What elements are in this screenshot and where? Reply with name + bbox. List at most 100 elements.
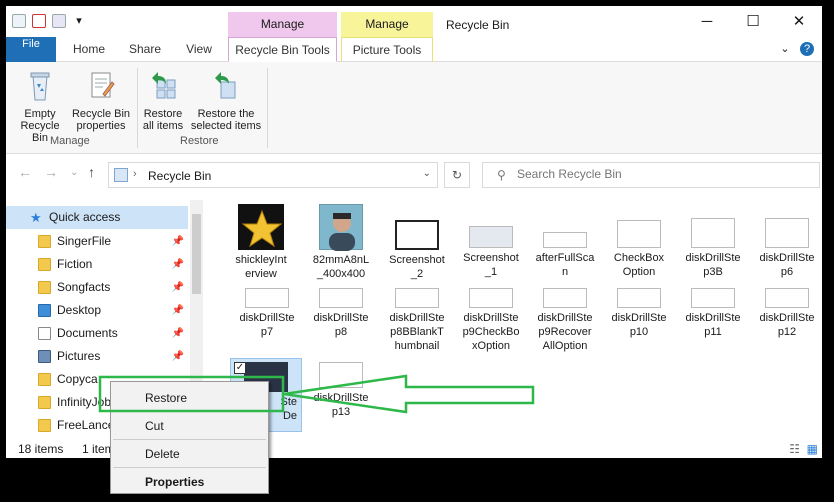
menu-item-cut[interactable]: Cut — [145, 419, 164, 433]
recycle-bin-icon — [30, 72, 50, 101]
file-name-line: _1 — [484, 266, 498, 278]
screenshot-thumbnail — [469, 226, 513, 248]
file-item[interactable]: CheckBox Option — [602, 204, 676, 279]
nav-item-songfacts[interactable]: Songfacts 📌 — [6, 276, 188, 299]
recycle-bin-properties-button[interactable]: Recycle Bin properties — [70, 70, 132, 132]
file-name-line: diskDrillSte — [759, 252, 815, 264]
expand-ribbon-icon[interactable]: ⌄ — [778, 42, 792, 56]
tab-home[interactable]: Home — [64, 37, 114, 62]
breadcrumb-chevron-icon[interactable]: › — [133, 168, 137, 180]
file-item[interactable]: diskDrillSte p7 — [230, 288, 304, 339]
nav-label: Songfacts — [57, 280, 111, 294]
file-item[interactable]: diskDrillSte p3B — [676, 204, 750, 279]
help-icon[interactable]: ? — [800, 42, 814, 56]
file-name-line: humbnail — [394, 340, 440, 352]
forward-arrow-icon[interactable]: → — [44, 164, 58, 180]
ribbon-divider — [137, 68, 138, 148]
breadcrumb-recycle-bin[interactable]: Recycle Bin — [148, 169, 211, 183]
screenshot-thumbnail — [319, 288, 363, 308]
nav-item-pictures[interactable]: Pictures 📌 — [6, 345, 188, 368]
minimize-button[interactable]: ─ — [684, 6, 730, 37]
file-name-line: diskDrillSte — [759, 312, 815, 324]
nav-item-documents[interactable]: Documents 📌 — [6, 322, 188, 345]
restore-all-label-1: Restore — [143, 108, 183, 120]
video-thumbnail — [238, 204, 284, 250]
screenshot-thumbnail — [395, 220, 439, 250]
nav-item-desktop[interactable]: Desktop 📌 — [6, 299, 188, 322]
pin-icon: 📌 — [171, 236, 184, 247]
recent-locations-icon[interactable]: ⌄ — [70, 167, 78, 178]
file-item[interactable]: 82mmA8nL _400x400 — [304, 204, 378, 281]
file-name-line: p7 — [260, 326, 274, 338]
file-item[interactable]: diskDrillSte p6 — [750, 204, 822, 279]
nav-item-fiction[interactable]: Fiction 📌 — [6, 253, 188, 276]
menu-item-delete[interactable]: Delete — [145, 447, 180, 461]
file-name-line: _2 — [410, 268, 424, 280]
navigation-bar: ← → ⌄ ↑ › Recycle Bin ⌄ ↻ ⚲ — [6, 154, 822, 190]
properties-icon[interactable] — [12, 14, 26, 28]
details-view-icon[interactable]: ☷ — [789, 442, 800, 456]
properties-icon — [91, 72, 115, 98]
pin-icon: 📌 — [171, 351, 184, 362]
file-item[interactable]: afterFullSca n — [528, 204, 602, 279]
refresh-button[interactable]: ↻ — [444, 162, 470, 188]
file-name-line: diskDrillSte — [239, 312, 295, 324]
tab-share[interactable]: Share — [124, 37, 166, 62]
screenshot-thumbnail — [617, 288, 661, 308]
file-name-line: n — [561, 266, 569, 278]
file-item[interactable]: diskDrillSte p8 — [304, 288, 378, 339]
search-box[interactable]: ⚲ — [482, 162, 820, 188]
selection-checkbox[interactable]: ✓ — [234, 362, 246, 374]
restore-selected-items-button[interactable]: Restore the selected items — [190, 70, 262, 132]
restore-all-label-2: all items — [142, 120, 184, 132]
up-arrow-icon[interactable]: ↑ — [88, 164, 95, 180]
address-dropdown-icon[interactable]: ⌄ — [423, 168, 431, 179]
nav-quick-access[interactable]: ★ Quick access — [6, 206, 188, 229]
menu-item-restore[interactable]: Restore — [145, 391, 187, 405]
file-item[interactable]: diskDrillSte p10 — [602, 288, 676, 339]
search-input[interactable] — [517, 167, 797, 181]
star-icon — [241, 209, 283, 248]
address-bar[interactable]: › Recycle Bin ⌄ — [108, 162, 438, 188]
tab-recycle-bin-tools[interactable]: Recycle Bin Tools — [228, 37, 337, 62]
props-label-1: Recycle Bin — [71, 108, 131, 120]
tab-file[interactable]: File — [6, 37, 56, 62]
file-grid: shickleyInt erview 82mmA8nL _400x400 Scr… — [216, 196, 822, 440]
file-name-line: diskDrillSte — [611, 312, 667, 324]
props-label-2: properties — [76, 120, 126, 132]
file-item[interactable]: diskDrillSte p13 — [304, 358, 378, 419]
back-arrow-icon[interactable]: ← — [18, 164, 32, 180]
close-button[interactable]: ✕ — [776, 6, 822, 37]
file-item[interactable]: diskDrillSte p11 — [676, 288, 750, 339]
menu-item-properties[interactable]: Properties — [145, 475, 204, 489]
empty-recycle-bin-button[interactable]: Empty Recycle Bin — [12, 70, 68, 144]
manage-context-group-recycle: Manage — [228, 12, 337, 37]
large-icons-view-icon[interactable]: ▦ — [807, 442, 818, 456]
file-item[interactable]: diskDrillSte p12 — [750, 288, 822, 339]
file-item[interactable]: shickleyInt erview — [224, 204, 298, 281]
qat-dropdown-icon[interactable]: ▾ — [72, 14, 86, 28]
manage-context-group-picture: Manage — [341, 12, 433, 37]
maximize-button[interactable]: ☐ — [730, 6, 776, 37]
file-name-line: p11 — [704, 326, 722, 338]
screenshot-thumbnail — [543, 288, 587, 308]
scrollbar-thumb[interactable] — [192, 214, 201, 294]
pin-icon: 📌 — [171, 259, 184, 270]
checkmark-icon[interactable] — [32, 14, 46, 28]
file-item[interactable]: Screenshot _2 — [380, 204, 454, 281]
screenshot-thumbnail — [617, 220, 661, 248]
file-item[interactable]: diskDrillSte p8BBlankT humbnail — [380, 288, 454, 353]
nav-item-singerfile[interactable]: SingerFile 📌 — [6, 230, 188, 253]
tab-picture-tools[interactable]: Picture Tools — [341, 37, 433, 62]
tab-view[interactable]: View — [178, 37, 220, 62]
folder-icon — [38, 281, 51, 294]
file-name-line: diskDrillSte — [313, 392, 369, 404]
file-item[interactable]: diskDrillSte p9CheckBo xOption — [454, 288, 528, 353]
new-folder-icon[interactable] — [52, 14, 66, 28]
file-item[interactable]: Screenshot _1 — [454, 204, 528, 279]
window-controls: ─ ☐ ✕ — [684, 6, 822, 37]
ribbon-options: ⌄ ? — [778, 42, 814, 56]
restore-all-items-button[interactable]: Restore all items — [140, 70, 186, 132]
file-item[interactable]: diskDrillSte p9Recover AllOption — [528, 288, 602, 353]
item-count: 18 items — [18, 442, 64, 456]
